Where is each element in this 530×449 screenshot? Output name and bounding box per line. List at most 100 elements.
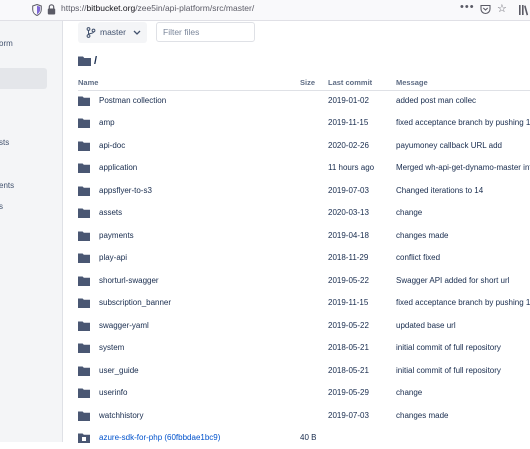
- table-row[interactable]: amp 2019-11-15 fixed acceptance branch by …: [0, 112, 530, 134]
- row-name[interactable]: swagger-yaml: [99, 321, 149, 330]
- row-message[interactable]: Merged wh-api-get-dynamo-master int: [396, 163, 530, 172]
- column-header-last-commit[interactable]: Last commit: [328, 78, 372, 87]
- table-row[interactable]: Postman collection 2019-01-02 added post m…: [0, 90, 530, 112]
- row-name[interactable]: subscription_banner: [99, 298, 171, 307]
- row-name[interactable]: api-doc: [99, 141, 125, 150]
- lock-icon[interactable]: [47, 4, 56, 15]
- table-row[interactable]: swagger-yaml 2019-05-22 updated base url: [0, 315, 530, 337]
- row-name[interactable]: shorturl-swagger: [99, 276, 159, 285]
- row-name[interactable]: application: [99, 163, 137, 172]
- url-path: /zee5in/api-platform/src/master/: [135, 3, 255, 13]
- breadcrumb-path[interactable]: /: [94, 55, 97, 67]
- table-row[interactable]: userinfo 2019-05-29 change: [0, 382, 530, 404]
- folder-icon: [78, 141, 90, 151]
- row-last-commit: 2020-02-26: [328, 141, 369, 150]
- folder-icon: [78, 388, 90, 398]
- sidebar-item-source-selected[interactable]: [0, 68, 47, 89]
- row-name[interactable]: play-api: [99, 253, 127, 262]
- row-message[interactable]: changes made: [396, 231, 448, 240]
- row-last-commit: 2018-05-21: [328, 366, 369, 375]
- row-last-commit: 2019-05-29: [328, 388, 369, 397]
- branch-label: master: [100, 27, 126, 37]
- row-name[interactable]: user_guide: [99, 366, 139, 375]
- folder-icon: [78, 231, 90, 241]
- table-row[interactable]: payments 2019-04-18 changes made: [0, 225, 530, 247]
- row-message[interactable]: payumoney callback URL add: [396, 141, 502, 150]
- row-message[interactable]: Changed iterations to 14: [396, 186, 483, 195]
- row-last-commit: 2019-04-18: [328, 231, 369, 240]
- row-name[interactable]: assets: [99, 208, 122, 217]
- row-last-commit: 2019-11-15: [328, 118, 369, 127]
- filter-files-input[interactable]: [156, 22, 255, 42]
- row-last-commit: 2019-11-15: [328, 298, 369, 307]
- row-message[interactable]: added post man collec: [396, 96, 476, 105]
- row-last-commit: 2019-05-22: [328, 276, 369, 285]
- folder-icon: [78, 253, 90, 263]
- row-name[interactable]: amp: [99, 118, 115, 127]
- bookmark-star-icon[interactable]: ☆: [497, 3, 507, 15]
- column-header-name[interactable]: Name: [78, 78, 98, 87]
- folder-icon: [78, 366, 90, 376]
- column-header-message[interactable]: Message: [396, 78, 428, 87]
- sidebar-item-platform[interactable]: orm: [0, 39, 13, 48]
- row-message[interactable]: fixed acceptance branch by pushing 13-: [396, 118, 530, 127]
- library-icon[interactable]: [518, 4, 530, 16]
- folder-icon: [78, 298, 90, 308]
- row-message[interactable]: conflict fixed: [396, 253, 440, 262]
- folder-icon: [78, 163, 90, 173]
- row-name[interactable]: watchhistory: [99, 411, 143, 420]
- folder-icon: [78, 208, 90, 218]
- row-last-commit: 2019-01-02: [328, 96, 369, 105]
- branch-selector[interactable]: master: [78, 22, 147, 43]
- folder-icon: [78, 321, 90, 331]
- page-actions-menu-icon[interactable]: •••: [460, 1, 475, 13]
- row-last-commit: 2019-05-22: [328, 321, 369, 330]
- row-last-commit: 2019-07-03: [328, 186, 369, 195]
- shield-icon[interactable]: [32, 4, 42, 16]
- url-domain: bitbucket.org: [86, 3, 136, 13]
- folder-icon: [78, 96, 90, 106]
- table-row[interactable]: application 11 hours ago Merged wh-api-get…: [0, 157, 530, 179]
- folder-icon: [78, 343, 90, 353]
- table-row[interactable]: system 2018-05-21 initial commit of full r…: [0, 337, 530, 359]
- folder-icon: [78, 186, 90, 196]
- row-name[interactable]: azure-sdk-for-php (60fbbdae1bc9): [99, 433, 220, 442]
- table-row[interactable]: subscription_banner 2019-11-15 fixed accep…: [0, 292, 530, 314]
- table-row[interactable]: user_guide 2018-05-21 initial commit of fu…: [0, 360, 530, 382]
- table-row[interactable]: play-api 2018-11-29 conflict fixed: [0, 247, 530, 269]
- table-row[interactable]: azure-sdk-for-php (60fbbdae1bc9) 40 B: [0, 427, 530, 449]
- row-message[interactable]: change: [396, 388, 422, 397]
- column-header-size[interactable]: Size: [300, 78, 315, 87]
- table-row[interactable]: watchhistory 2019-07-03 changes made: [0, 405, 530, 427]
- folder-icon: [78, 118, 90, 128]
- row-message[interactable]: change: [396, 208, 422, 217]
- folder-icon: [78, 56, 91, 66]
- table-row[interactable]: api-doc 2020-02-26 payumoney callback URL …: [0, 135, 530, 157]
- pocket-icon[interactable]: [480, 4, 491, 15]
- row-message[interactable]: fixed acceptance branch by pushing 13-: [396, 298, 530, 307]
- url-prefix: https://: [61, 3, 87, 13]
- row-name[interactable]: payments: [99, 231, 134, 240]
- row-name[interactable]: system: [99, 343, 124, 352]
- row-last-commit: 11 hours ago: [328, 163, 375, 172]
- row-message[interactable]: changes made: [396, 411, 448, 420]
- row-message[interactable]: initial commit of full repository: [396, 366, 501, 375]
- row-message[interactable]: updated base url: [396, 321, 456, 330]
- row-size: 40 B: [300, 433, 317, 442]
- row-name[interactable]: Postman collection: [99, 96, 166, 105]
- table-row[interactable]: appsflyer-to-s3 2019-07-03 Changed iterati…: [0, 180, 530, 202]
- folder-icon: [78, 411, 90, 421]
- row-name[interactable]: appsflyer-to-s3: [99, 186, 152, 195]
- row-last-commit: 2020-03-13: [328, 208, 369, 217]
- table-row[interactable]: assets 2020-03-13 change: [0, 202, 530, 224]
- chevron-down-icon: [133, 30, 141, 35]
- row-message[interactable]: initial commit of full repository: [396, 343, 501, 352]
- row-last-commit: 2018-05-21: [328, 343, 369, 352]
- row-last-commit: 2019-07-03: [328, 411, 369, 420]
- url-text[interactable]: https://bitbucket.org/zee5in/api-platfor…: [61, 3, 254, 13]
- row-message[interactable]: Swagger API added for short url: [396, 276, 509, 285]
- branch-icon: [86, 27, 96, 38]
- row-name[interactable]: userinfo: [99, 388, 127, 397]
- table-row[interactable]: shorturl-swagger 2019-05-22 Swagger API ad…: [0, 270, 530, 292]
- browser-url-bar[interactable]: https://bitbucket.org/zee5in/api-platfor…: [0, 0, 530, 21]
